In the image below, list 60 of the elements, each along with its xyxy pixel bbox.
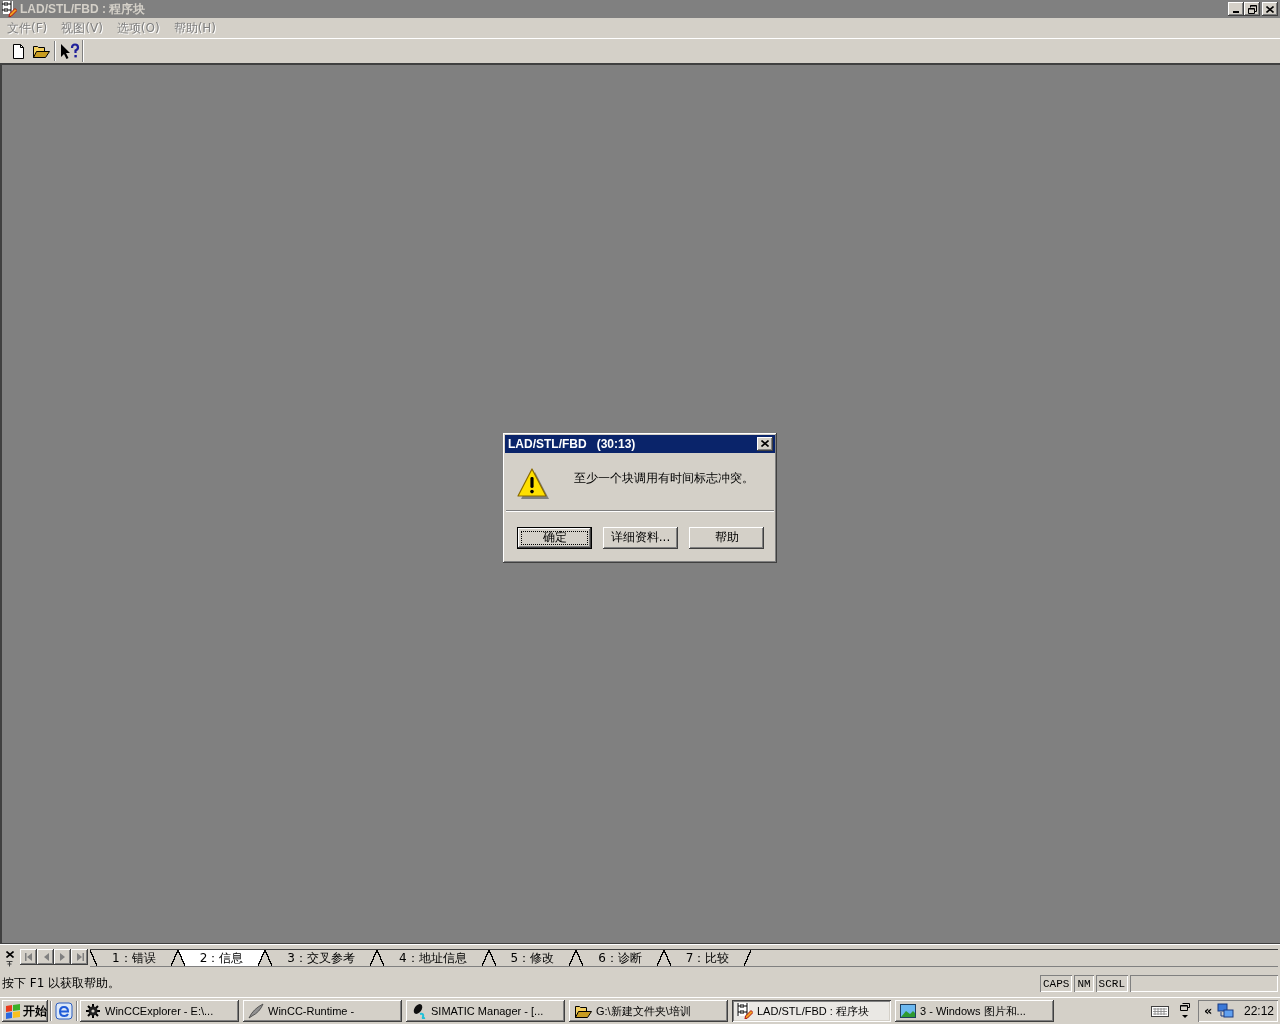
- gear-icon: [85, 1003, 101, 1019]
- restore-icon: [1247, 4, 1257, 14]
- previous-tab-button[interactable]: [37, 949, 54, 965]
- dialog-close-button[interactable]: [757, 436, 773, 451]
- dialog-button[interactable]: 详细资料...: [603, 526, 678, 549]
- dialog-title: LAD/STL/FBD (30:13): [508, 436, 636, 451]
- dialog-button[interactable]: 帮助: [689, 526, 764, 549]
- output-tab[interactable]: 3：交叉参考: [265, 950, 377, 966]
- arrow-question-icon: [59, 42, 80, 60]
- output-tab[interactable]: 7：比较: [663, 950, 752, 966]
- bar-left-triangle-icon: [24, 953, 33, 961]
- context-help-button[interactable]: [58, 40, 81, 62]
- ladder-diagram-icon: [1, 1, 17, 17]
- landscape-picture-icon: [900, 1003, 916, 1019]
- show-hidden-icons-button[interactable]: «: [1202, 1004, 1215, 1018]
- next-tab-button[interactable]: [54, 949, 71, 965]
- taskbar-button[interactable]: G:\新建文件夹\培训: [569, 1000, 728, 1022]
- window-arrow-icon: [1179, 1002, 1191, 1020]
- quick-launch-button[interactable]: [54, 1000, 74, 1022]
- e-logo-icon: [55, 1002, 73, 1020]
- dialog-message: 至少一个块调用有时间标志冲突。: [574, 469, 754, 487]
- taskbar-button[interactable]: WinCC-Runtime -: [243, 1000, 402, 1022]
- output-tab[interactable]: 6：诊断: [576, 950, 664, 966]
- close-icon: [1266, 5, 1274, 13]
- minimize-button[interactable]: [1228, 2, 1244, 16]
- output-tab[interactable]: 1：错误: [90, 950, 178, 966]
- status-indicator: CAPS: [1040, 975, 1073, 992]
- first-tab-button[interactable]: [20, 949, 37, 965]
- status-indicator: SCRL: [1095, 975, 1128, 992]
- last-tab-button[interactable]: [71, 949, 88, 965]
- dialog-button[interactable]: 确定: [517, 526, 592, 549]
- taskbar-button[interactable]: LAD/STL/FBD : 程序块: [732, 1000, 891, 1022]
- status-text: 按下 F1 以获取帮助。: [2, 975, 121, 992]
- status-indicator: NM: [1074, 975, 1094, 992]
- keyboard-icon: [1151, 1005, 1169, 1017]
- grip-icon: [6, 961, 13, 967]
- right-triangle-icon: [58, 953, 67, 961]
- warning-icon: [516, 466, 550, 501]
- start-button[interactable]: 开始: [2, 1000, 48, 1022]
- clock: 22:12: [1243, 1004, 1274, 1018]
- right-triangle-bar-icon: [75, 953, 84, 961]
- taskbar-button[interactable]: SIMATIC Manager - [...: [406, 1000, 565, 1022]
- folder-icon: [574, 1003, 592, 1019]
- mouse-icon: [411, 1003, 427, 1019]
- window-title: LAD/STL/FBD : 程序块: [20, 0, 146, 18]
- ladder-diagram-icon: [737, 1003, 753, 1019]
- taskbar-button[interactable]: 3 - Windows 图片和...: [895, 1000, 1054, 1022]
- restore-button[interactable]: [1244, 2, 1260, 16]
- close-icon: [761, 440, 769, 447]
- network-icon: [1217, 1003, 1236, 1019]
- close-button[interactable]: [1262, 2, 1278, 16]
- output-tab[interactable]: 5：修改: [488, 950, 577, 966]
- taskbar-button[interactable]: WinCCExplorer - E:\...: [80, 1000, 239, 1022]
- close-icon: [5, 951, 14, 958]
- quill-icon: [248, 1003, 264, 1019]
- folder-icon: [31, 43, 50, 59]
- output-tab[interactable]: 4：地址信息: [376, 950, 489, 966]
- windows-flag-icon: [5, 1003, 21, 1019]
- pane-close-button[interactable]: [4, 949, 15, 960]
- output-tab[interactable]: 2：信息: [177, 950, 266, 966]
